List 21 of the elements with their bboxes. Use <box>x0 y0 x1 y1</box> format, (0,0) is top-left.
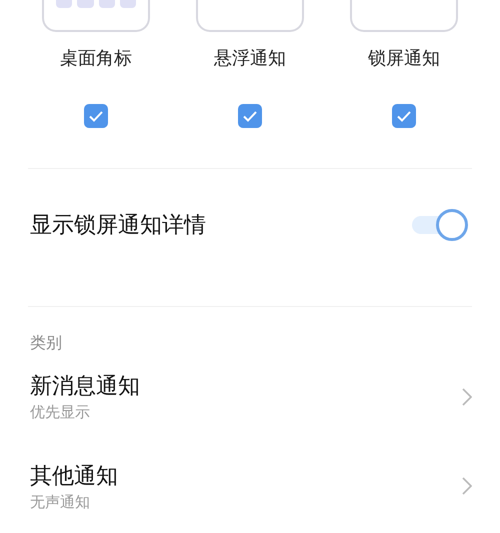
checkbox[interactable] <box>238 104 262 128</box>
chevron-right-icon[interactable] <box>462 477 472 496</box>
checkbox[interactable] <box>392 104 416 128</box>
category-subtitle: 无声通知 <box>30 492 91 512</box>
category-subtitle: 优先显示 <box>30 403 91 422</box>
style-label: 桌面角标 <box>60 47 132 70</box>
checkbox[interactable] <box>84 104 108 128</box>
checkmark-icon <box>397 110 411 122</box>
notification-style-preview[interactable] <box>350 0 458 32</box>
style-label: 锁屏通知 <box>368 47 440 70</box>
style-label: 悬浮通知 <box>214 47 286 70</box>
notification-style-preview[interactable] <box>196 0 304 32</box>
chevron-right-icon[interactable] <box>462 388 472 406</box>
section-heading: 类别 <box>29 332 63 354</box>
category-title[interactable]: 新消息通知 <box>30 371 140 402</box>
category-title[interactable]: 其他通知 <box>30 460 118 491</box>
checkmark-icon <box>243 110 257 122</box>
notification-style-preview[interactable] <box>42 0 150 32</box>
toggle-switch[interactable] <box>412 209 468 242</box>
checkmark-icon <box>89 110 103 122</box>
setting-label: 显示锁屏通知详情 <box>30 212 206 240</box>
